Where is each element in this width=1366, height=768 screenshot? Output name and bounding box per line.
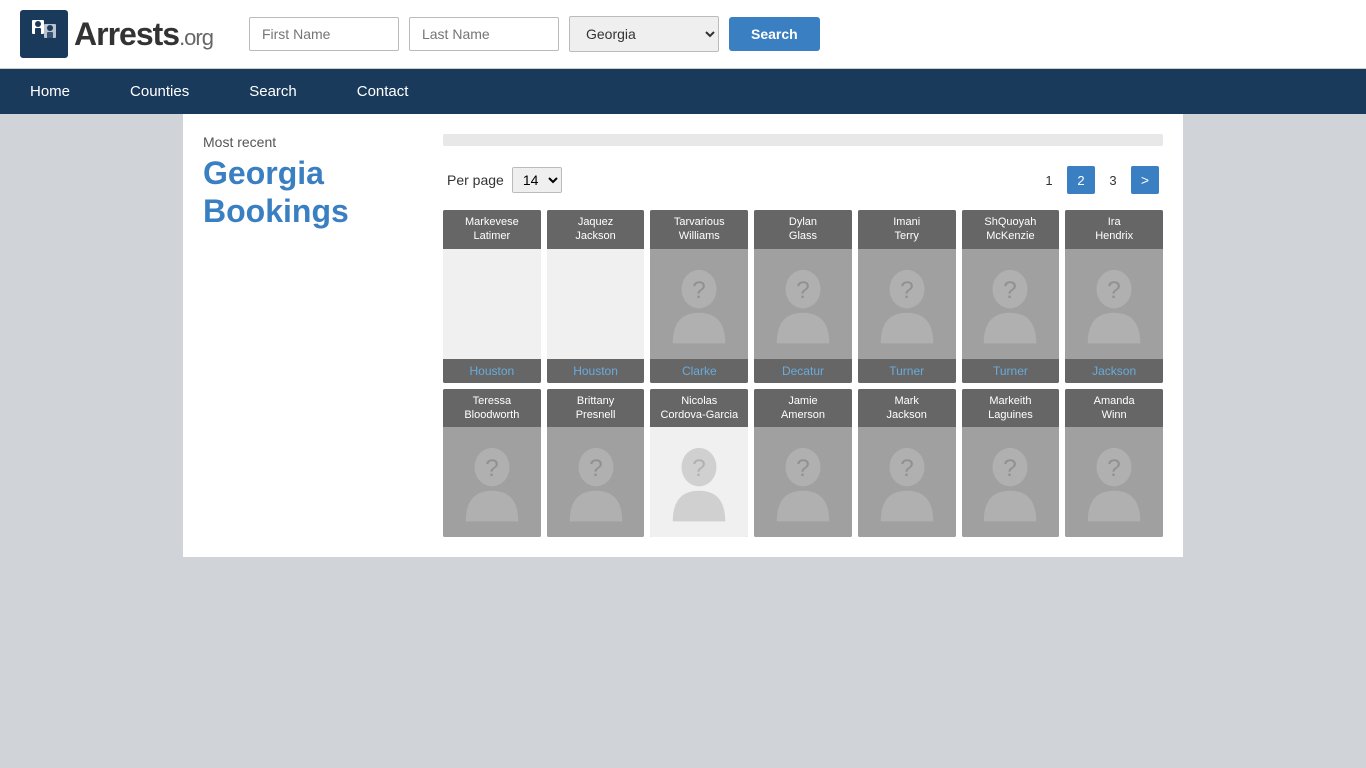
card-photo: ? (858, 427, 956, 537)
card-name: BrittanyPresnell (547, 389, 645, 428)
booking-card[interactable]: MarkeithLaguines ? (962, 389, 1060, 538)
card-name: NicolasCordova-Garcia (650, 389, 748, 428)
svg-text:?: ? (692, 455, 706, 482)
card-name: TeressaBloodworth (443, 389, 541, 428)
first-name-input[interactable] (249, 17, 399, 51)
card-name: TarvariousWilliams (650, 210, 748, 249)
booking-card[interactable]: TarvariousWilliams ? Clarke (650, 210, 748, 383)
card-county[interactable]: Houston (443, 359, 541, 383)
grid-controls: Per page 7 14 21 28 1 2 3 > (443, 166, 1163, 194)
per-page-area: Per page 7 14 21 28 (447, 167, 562, 193)
booking-card[interactable]: AmandaWinn ? (1065, 389, 1163, 538)
nav-counties[interactable]: Counties (100, 69, 219, 114)
card-photo: ? (1065, 427, 1163, 537)
card-photo: ? (858, 249, 956, 359)
svg-text:?: ? (900, 276, 914, 303)
card-county[interactable]: Jackson (1065, 359, 1163, 383)
logo[interactable]: Arrests.org (20, 10, 213, 58)
logo-text: Arrests.org (74, 16, 213, 53)
booking-card[interactable]: ImaniTerry ? Turner (858, 210, 956, 383)
main-content: Per page 7 14 21 28 1 2 3 > (433, 114, 1183, 557)
svg-text:?: ? (1004, 276, 1018, 303)
card-photo (547, 249, 645, 359)
nav-search[interactable]: Search (219, 69, 327, 114)
booking-grid: MarkeveseLatimer Houston JaquezJackson H… (443, 210, 1163, 537)
card-county[interactable]: Houston (547, 359, 645, 383)
card-name: MarkeveseLatimer (443, 210, 541, 249)
card-photo: ? (650, 249, 748, 359)
card-photo: ? (754, 249, 852, 359)
most-recent-label: Most recent (203, 134, 413, 150)
booking-card[interactable]: BrittanyPresnell ? (547, 389, 645, 538)
card-photo: ? (1065, 249, 1163, 359)
nav-contact[interactable]: Contact (327, 69, 439, 114)
state-select[interactable]: AlabamaAlaskaArizonaArkansasCaliforniaCo… (569, 16, 719, 52)
card-photo: ? (547, 427, 645, 537)
card-name: IraHendrix (1065, 210, 1163, 249)
card-photo: ? (650, 427, 748, 537)
svg-text:?: ? (796, 455, 810, 482)
card-photo: ? (962, 249, 1060, 359)
page-1[interactable]: 1 (1035, 166, 1063, 194)
per-page-label: Per page (447, 172, 504, 188)
card-name: DylanGlass (754, 210, 852, 249)
card-name: AmandaWinn (1065, 389, 1163, 428)
card-photo: ? (754, 427, 852, 537)
booking-card[interactable]: MarkJackson ? (858, 389, 956, 538)
card-name: ShQuoyahMcKenzie (962, 210, 1060, 249)
svg-text:?: ? (796, 276, 810, 303)
per-page-select[interactable]: 7 14 21 28 (512, 167, 562, 193)
page-3[interactable]: 3 (1099, 166, 1127, 194)
card-name: JaquezJackson (547, 210, 645, 249)
booking-card[interactable]: TeressaBloodworth ? (443, 389, 541, 538)
page-next[interactable]: > (1131, 166, 1159, 194)
search-button[interactable]: Search (729, 17, 820, 51)
svg-text:?: ? (589, 455, 603, 482)
page-2[interactable]: 2 (1067, 166, 1095, 194)
card-county[interactable]: Turner (858, 359, 956, 383)
booking-card[interactable]: ShQuoyahMcKenzie ? Turner (962, 210, 1060, 383)
card-county[interactable]: Decatur (754, 359, 852, 383)
card-county[interactable]: Clarke (650, 359, 748, 383)
svg-text:?: ? (1004, 455, 1018, 482)
card-county[interactable]: Turner (962, 359, 1060, 383)
logo-icon (20, 10, 68, 58)
navigation: Home Counties Search Contact (0, 69, 1366, 114)
page-title: GeorgiaBookings (203, 154, 413, 231)
ad-bar (443, 134, 1163, 146)
svg-text:?: ? (900, 455, 914, 482)
pagination: 1 2 3 > (1035, 166, 1159, 194)
nav-home[interactable]: Home (0, 69, 100, 114)
search-form: AlabamaAlaskaArizonaArkansasCaliforniaCo… (249, 16, 820, 52)
last-name-input[interactable] (409, 17, 559, 51)
booking-card[interactable]: DylanGlass ? Decatur (754, 210, 852, 383)
card-photo (443, 249, 541, 359)
svg-text:?: ? (485, 455, 499, 482)
card-name: MarkeithLaguines (962, 389, 1060, 428)
card-photo: ? (962, 427, 1060, 537)
svg-text:?: ? (692, 276, 706, 303)
card-name: MarkJackson (858, 389, 956, 428)
booking-card[interactable]: JamieAmerson ? (754, 389, 852, 538)
svg-text:?: ? (1107, 276, 1121, 303)
card-name: JamieAmerson (754, 389, 852, 428)
booking-card[interactable]: NicolasCordova-Garcia ? (650, 389, 748, 538)
svg-text:?: ? (1107, 455, 1121, 482)
booking-card[interactable]: IraHendrix ? Jackson (1065, 210, 1163, 383)
booking-card[interactable]: JaquezJackson Houston (547, 210, 645, 383)
card-name: ImaniTerry (858, 210, 956, 249)
booking-card[interactable]: MarkeveseLatimer Houston (443, 210, 541, 383)
sidebar: Most recent GeorgiaBookings (183, 114, 433, 557)
card-photo: ? (443, 427, 541, 537)
